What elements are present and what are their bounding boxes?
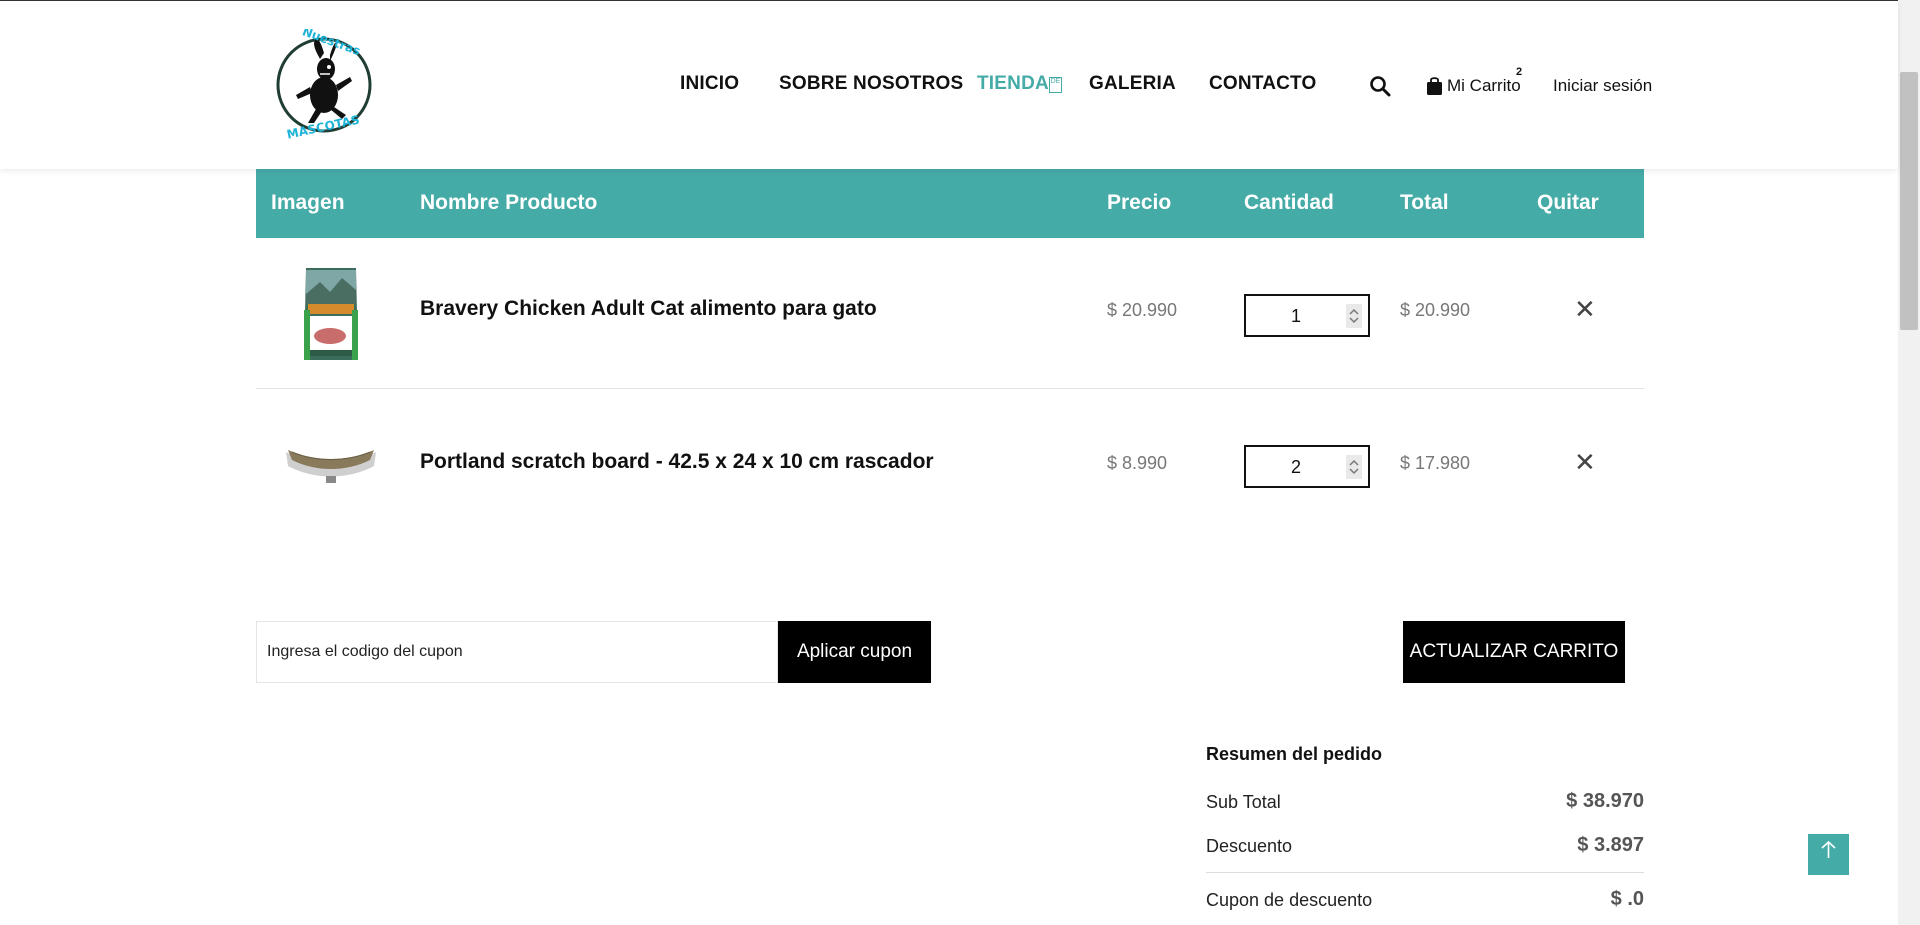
summary-divider [1206,872,1644,873]
coupon-code-input[interactable] [256,621,778,683]
cart-row: Portland scratch board - 42.5 x 24 x 10 … [256,390,1644,541]
arrow-up-icon [1821,840,1836,858]
nav-contacto[interactable]: CONTACTO [1209,73,1317,95]
header-precio: Precio [1107,191,1172,214]
nav-tienda[interactable]: TIENDA [977,73,1049,95]
quantity-value[interactable]: 2 [1246,457,1346,478]
cart-row: Bravery Chicken Adult Cat alimento para … [256,238,1644,389]
summary-discount-row: Descuento $ 3.897 [1206,834,1644,860]
quantity-value[interactable]: 1 [1246,306,1346,327]
remove-item-icon[interactable]: ✕ [1574,447,1596,478]
shopping-bag-icon [1427,77,1442,95]
coupon-discount-value: $ .0 [1610,888,1644,910]
cart-table-header: Imagen Nombre Producto Precio Cantidad T… [256,169,1644,238]
login-link[interactable]: Iniciar sesión [1553,76,1652,96]
product-price: $ 20.990 [1107,300,1178,320]
nav-inicio[interactable]: INICIO [680,73,739,95]
header-cantidad: Cantidad [1244,191,1334,214]
scrollbar-thumb[interactable] [1900,72,1918,330]
summary-subtotal-row: Sub Total $ 38.970 [1206,790,1644,816]
cart-count-badge: 2 [1516,66,1523,78]
back-to-top-button[interactable] [1808,834,1849,875]
summary-coupon-row: Cupon de descuento $ .0 [1206,888,1644,914]
site-header: Nuestras MASCOTAS INICIO SOBRE NOSOTROS … [0,1,1898,169]
search-icon[interactable] [1369,75,1391,97]
product-image-cat-food[interactable] [300,264,362,364]
row-total: $ 17.980 [1400,453,1471,473]
remove-item-icon[interactable]: ✕ [1574,294,1596,325]
subtotal-label: Sub Total [1206,792,1281,812]
discount-label: Descuento [1206,836,1293,856]
logo-bottom-text: MASCOTAS [285,113,360,139]
tienda-dropdown-icon[interactable]: DE [1049,77,1062,93]
apply-coupon-button[interactable]: Aplicar cupon [778,621,931,683]
header-nombre-producto: Nombre Producto [420,191,598,214]
product-name[interactable]: Portland scratch board - 42.5 x 24 x 10 … [420,450,934,474]
spinner-arrows-icon[interactable] [1346,304,1362,328]
quantity-stepper[interactable]: 2 [1244,445,1370,488]
product-image-scratch-board[interactable] [282,442,380,488]
product-price: $ 8.990 [1107,453,1168,473]
nav-sobre-nosotros[interactable]: SOBRE NOSOTROS [779,73,963,95]
header-imagen: Imagen [271,191,345,214]
discount-value: $ 3.897 [1577,834,1644,856]
summary-title: Resumen del pedido [1206,744,1383,764]
subtotal-value: $ 38.970 [1566,790,1644,812]
update-cart-button[interactable]: ACTUALIZAR CARRITO [1403,621,1625,683]
spinner-arrows-icon[interactable] [1346,455,1362,479]
site-logo[interactable]: Nuestras MASCOTAS [272,29,376,139]
product-name[interactable]: Bravery Chicken Adult Cat alimento para … [420,297,877,321]
header-total: Total [1400,191,1449,214]
quantity-stepper[interactable]: 1 [1244,294,1370,337]
row-total: $ 20.990 [1400,300,1471,320]
coupon-discount-label: Cupon de descuento [1206,890,1373,910]
cart-label: Mi Carrito [1447,76,1521,95]
header-quitar: Quitar [1537,191,1599,214]
nav-galeria[interactable]: GALERIA [1089,73,1176,95]
